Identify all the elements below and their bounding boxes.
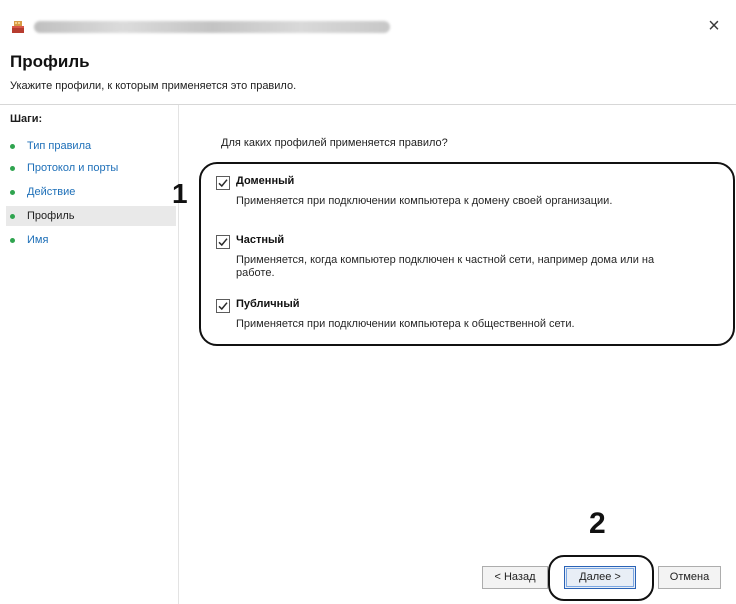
- sidebar-item-profile[interactable]: Профиль: [6, 206, 176, 226]
- sidebar-item-label: Тип правила: [27, 140, 92, 152]
- profile-option-domain: Доменный Применяется при подключении ком…: [216, 175, 716, 216]
- domain-profile-description: Применяется при подключении компьютера к…: [236, 195, 613, 207]
- sidebar-item-rule-type[interactable]: Тип правила: [6, 136, 176, 156]
- check-icon: [218, 302, 228, 311]
- private-profile-name: Частный: [236, 234, 285, 246]
- firewall-app-icon: [10, 18, 28, 36]
- sidebar-item-label: Протокол и порты: [27, 162, 119, 174]
- callout-number-2: 2: [589, 507, 606, 540]
- sidebar-item-protocol-ports[interactable]: Протокол и порты: [6, 158, 176, 178]
- step-dot-icon: [10, 213, 15, 219]
- sidebar-item-name[interactable]: Имя: [6, 230, 176, 250]
- sidebar-item-label: Профиль: [27, 210, 75, 222]
- private-profile-description: Применяется, когда компьютер подключен к…: [236, 254, 655, 279]
- steps-heading: Шаги:: [10, 113, 43, 125]
- profile-option-private: Частный Применяется, когда компьютер под…: [216, 234, 716, 287]
- profile-option-public: Публичный Применяется при подключении ко…: [216, 298, 716, 339]
- public-checkbox[interactable]: [216, 299, 230, 313]
- step-dot-icon: [10, 165, 15, 171]
- window-title-blurred: [34, 21, 390, 33]
- check-icon: [218, 238, 228, 247]
- steps-sidebar: Шаги: Тип правила Протокол и порты Дейст…: [0, 105, 179, 604]
- public-profile-description: Применяется при подключении компьютера к…: [236, 318, 575, 330]
- sidebar-item-action[interactable]: Действие: [6, 182, 176, 202]
- domain-profile-name: Доменный: [236, 175, 295, 187]
- next-button[interactable]: Далее >: [564, 566, 636, 589]
- step-dot-icon: [10, 189, 15, 195]
- sidebar-item-label: Действие: [27, 186, 76, 198]
- page-subtitle: Укажите профили, к которым применяется э…: [10, 80, 297, 92]
- firewall-rule-window: × Профиль Укажите профили, к которым при…: [0, 0, 736, 604]
- check-icon: [218, 179, 228, 188]
- step-dot-icon: [10, 143, 15, 149]
- title-bar: ×: [0, 0, 736, 44]
- profiles-question: Для каких профилей применяется правило?: [221, 137, 448, 149]
- sidebar-item-label: Имя: [27, 234, 49, 246]
- next-button-label: Далее >: [579, 571, 621, 583]
- public-profile-name: Публичный: [236, 298, 300, 310]
- page-header: Профиль Укажите профили, к которым приме…: [0, 44, 736, 105]
- cancel-button[interactable]: Отмена: [658, 566, 721, 589]
- step-dot-icon: [10, 237, 15, 243]
- close-icon[interactable]: ×: [702, 14, 726, 38]
- page-title: Профиль: [10, 52, 90, 71]
- main-panel: Для каких профилей применяется правило? …: [178, 105, 736, 604]
- private-checkbox[interactable]: [216, 235, 230, 249]
- callout-number-1: 1: [172, 178, 188, 209]
- back-button[interactable]: < Назад: [482, 566, 548, 589]
- domain-checkbox[interactable]: [216, 176, 230, 190]
